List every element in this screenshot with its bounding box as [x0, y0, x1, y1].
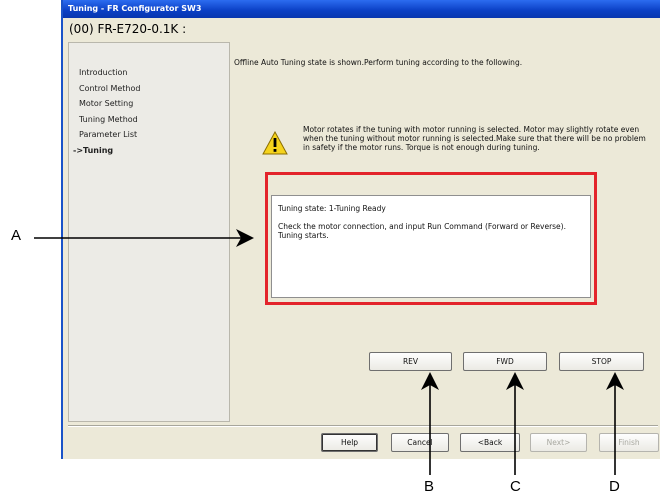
- wizard-steps-panel: Introduction Control Method Motor Settin…: [68, 42, 230, 422]
- tuning-window: Tuning - FR Configurator SW3 (00) FR-E72…: [61, 0, 660, 459]
- device-title: (00) FR-E720-0.1K :: [69, 22, 187, 36]
- instruction-text: Offline Auto Tuning state is shown.Perfo…: [234, 58, 523, 67]
- tuning-message-text: Check the motor connection, and input Ru…: [278, 222, 566, 240]
- step-tuning-method: Tuning Method: [79, 114, 138, 124]
- fwd-button[interactable]: FWD: [463, 352, 547, 371]
- callout-a-label: A: [11, 227, 22, 244]
- callout-c-label: C: [510, 478, 521, 495]
- wizard-steps-list: Introduction Control Method Motor Settin…: [73, 65, 141, 158]
- step-control-method: Control Method: [79, 83, 141, 93]
- help-button[interactable]: Help: [321, 433, 378, 452]
- tuning-state-text: Tuning state: 1-Tuning Ready: [278, 204, 386, 213]
- step-motor-setting: Motor Setting: [79, 99, 134, 108]
- bottom-divider: [68, 425, 658, 427]
- step-introduction: Introduction: [79, 68, 128, 77]
- cancel-button[interactable]: Cancel: [391, 433, 449, 452]
- window-title-bar[interactable]: Tuning - FR Configurator SW3: [63, 0, 660, 18]
- rev-button[interactable]: REV: [369, 352, 452, 371]
- warning-icon: [262, 131, 288, 155]
- tuning-status-box: Tuning state: 1-Tuning Ready Check the m…: [271, 195, 591, 298]
- stop-button[interactable]: STOP: [559, 352, 644, 371]
- step-parameter-list: Parameter List: [79, 130, 138, 139]
- back-button[interactable]: <Back: [460, 433, 520, 452]
- step-tuning-current: ->Tuning: [73, 145, 114, 155]
- callout-b-label: B: [424, 478, 435, 495]
- next-button: Next>: [530, 433, 587, 452]
- warning-text: Motor rotates if the tuning with motor r…: [303, 125, 646, 152]
- finish-button: Finish: [599, 433, 659, 452]
- callout-d-label: D: [609, 478, 620, 495]
